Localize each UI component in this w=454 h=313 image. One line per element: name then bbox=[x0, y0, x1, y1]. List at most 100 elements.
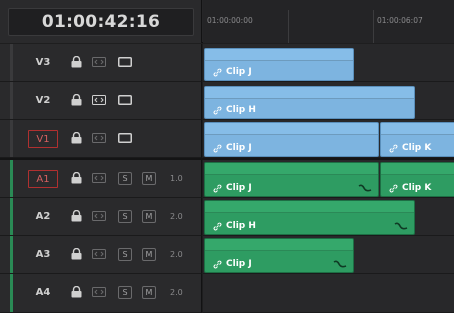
auto-select-icon[interactable] bbox=[92, 211, 106, 221]
track-lane-v1[interactable]: Clip J Clip K bbox=[203, 120, 454, 158]
clip-name: Clip K bbox=[402, 143, 432, 153]
link-icon bbox=[213, 144, 222, 152]
mute-button[interactable]: M bbox=[142, 210, 156, 223]
clip-label: Clip K bbox=[389, 143, 431, 153]
track-level: 2.0 bbox=[170, 212, 183, 221]
track-lane-a1[interactable]: Clip J Clip K bbox=[203, 160, 454, 198]
auto-select-icon[interactable] bbox=[92, 249, 106, 259]
track-v1: V1 Clip J Clip K bbox=[0, 120, 454, 158]
track-name: V2 bbox=[35, 95, 51, 106]
track-name-active[interactable]: V1 bbox=[28, 130, 58, 148]
track-level: 2.0 bbox=[170, 288, 183, 297]
clip-name: Clip H bbox=[226, 105, 256, 115]
clip-band bbox=[205, 239, 353, 251]
track-accent bbox=[10, 82, 13, 119]
track-accent bbox=[10, 44, 13, 81]
solo-button[interactable]: S bbox=[118, 248, 132, 261]
mute-button[interactable]: M bbox=[142, 172, 156, 185]
solo-button[interactable]: S bbox=[118, 172, 132, 185]
clip-a1-clip-j[interactable]: Clip J bbox=[204, 162, 379, 197]
link-icon bbox=[213, 222, 222, 230]
track-v2: V2 Clip H bbox=[0, 82, 454, 120]
ruler-tick bbox=[373, 10, 374, 43]
auto-select-icon[interactable] bbox=[92, 57, 106, 67]
clip-name: Clip H bbox=[226, 221, 256, 231]
clip-label: Clip J bbox=[213, 143, 252, 153]
timeline-header: 01:00:42:16 01:00:00:00 01:00:06:07 bbox=[0, 0, 454, 43]
link-icon bbox=[213, 184, 222, 192]
timecode-panel: 01:00:42:16 bbox=[0, 0, 202, 43]
ruler-label-mark: 01:00:06:07 bbox=[377, 16, 423, 25]
mute-button[interactable]: M bbox=[142, 248, 156, 261]
lock-icon[interactable] bbox=[70, 132, 83, 144]
track-lane-a2[interactable]: Clip H bbox=[203, 198, 454, 236]
auto-select-icon[interactable] bbox=[92, 173, 106, 183]
track-name-active[interactable]: A1 bbox=[28, 170, 58, 188]
link-icon bbox=[213, 68, 222, 76]
track-header-v1: V1 bbox=[0, 120, 202, 158]
clip-v1-clip-j[interactable]: Clip J bbox=[204, 122, 379, 157]
solo-button[interactable]: S bbox=[118, 286, 132, 299]
clip-name: Clip J bbox=[226, 67, 252, 77]
track-header-a1: A1 S M 1.0 bbox=[0, 160, 202, 198]
clip-band bbox=[205, 123, 378, 135]
clip-label: Clip H bbox=[213, 105, 256, 115]
track-lane-v3[interactable]: Clip J bbox=[203, 44, 454, 82]
auto-select-icon[interactable] bbox=[92, 133, 106, 143]
track-header-a4: A4 S M 2.0 bbox=[0, 274, 202, 313]
monitor-icon[interactable] bbox=[118, 95, 132, 105]
mute-button[interactable]: M bbox=[142, 286, 156, 299]
clip-v3-clip-j[interactable]: Clip J bbox=[204, 48, 354, 81]
clip-band bbox=[381, 123, 454, 135]
lock-icon[interactable] bbox=[70, 172, 83, 184]
track-lane-a3[interactable]: Clip J bbox=[203, 236, 454, 274]
monitor-icon[interactable] bbox=[118, 57, 132, 67]
auto-select-icon[interactable] bbox=[92, 287, 106, 297]
track-v3: V3 Clip J bbox=[0, 44, 454, 82]
waveform-icon bbox=[333, 260, 347, 268]
clip-label: Clip J bbox=[213, 183, 252, 193]
track-name: A2 bbox=[35, 211, 51, 222]
track-a1: A1 S M 1.0 Clip J Clip K bbox=[0, 160, 454, 198]
link-icon bbox=[389, 184, 398, 192]
track-a3: A3 S M 2.0 Clip J bbox=[0, 236, 454, 274]
clip-name: Clip J bbox=[226, 183, 252, 193]
clip-v1-clip-k[interactable]: Clip K bbox=[380, 122, 454, 157]
track-a4: A4 S M 2.0 bbox=[0, 274, 454, 313]
track-lane-a4[interactable] bbox=[203, 274, 454, 313]
clip-label: Clip K bbox=[389, 183, 431, 193]
timecode-display[interactable]: 01:00:42:16 bbox=[8, 8, 194, 36]
clip-band bbox=[205, 163, 378, 175]
waveform-icon bbox=[394, 222, 408, 230]
clip-a3-clip-j[interactable]: Clip J bbox=[204, 238, 354, 273]
clip-band bbox=[205, 201, 414, 213]
solo-button[interactable]: S bbox=[118, 210, 132, 223]
clip-band bbox=[205, 49, 353, 61]
lock-icon[interactable] bbox=[70, 56, 83, 68]
link-icon bbox=[213, 106, 222, 114]
link-icon bbox=[213, 260, 222, 268]
clip-a2-clip-h[interactable]: Clip H bbox=[204, 200, 415, 235]
clip-a1-clip-k[interactable]: Clip K bbox=[380, 162, 454, 197]
track-lane-v2[interactable]: Clip H bbox=[203, 82, 454, 120]
track-a2: A2 S M 2.0 Clip H bbox=[0, 198, 454, 236]
clip-v2-clip-h[interactable]: Clip H bbox=[204, 86, 415, 119]
link-icon bbox=[389, 144, 398, 152]
track-accent bbox=[10, 198, 13, 235]
lock-icon[interactable] bbox=[70, 94, 83, 106]
clip-band bbox=[381, 163, 454, 175]
track-accent bbox=[10, 236, 13, 273]
track-name: A4 bbox=[35, 287, 51, 298]
time-ruler[interactable]: 01:00:00:00 01:00:06:07 bbox=[203, 0, 454, 43]
waveform-icon bbox=[358, 184, 372, 192]
lock-icon[interactable] bbox=[70, 210, 83, 222]
auto-select-icon[interactable] bbox=[92, 95, 106, 105]
track-header-v2: V2 bbox=[0, 82, 202, 120]
track-accent bbox=[10, 160, 13, 197]
monitor-icon[interactable] bbox=[118, 133, 132, 143]
track-accent bbox=[10, 120, 13, 157]
lock-icon[interactable] bbox=[70, 286, 83, 298]
clip-label: Clip J bbox=[213, 259, 252, 269]
clip-name: Clip K bbox=[402, 183, 432, 193]
lock-icon[interactable] bbox=[70, 248, 83, 260]
